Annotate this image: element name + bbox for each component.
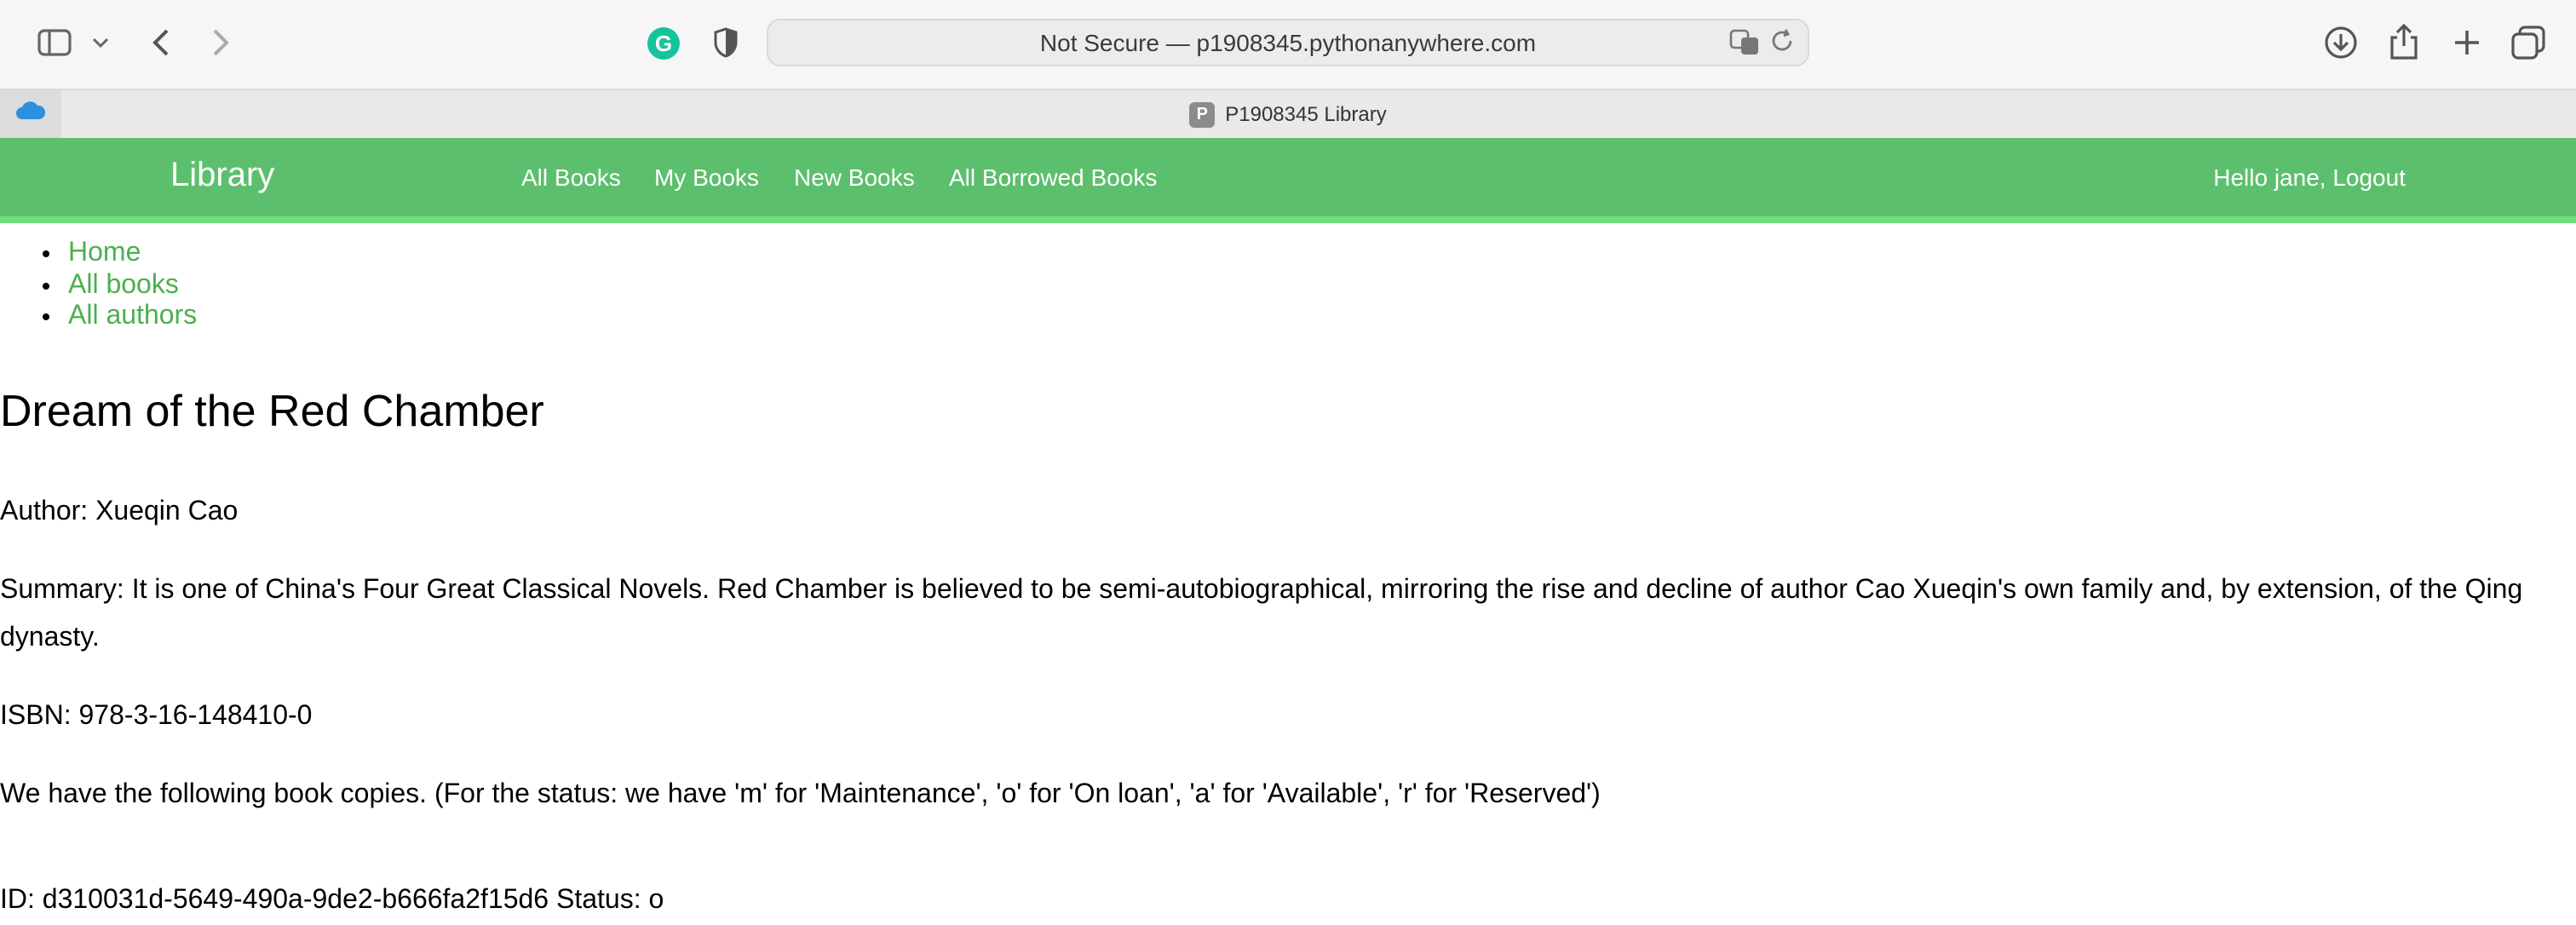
brand-link[interactable]: Library [170, 157, 274, 196]
tab-bar: P P1908345 Library [0, 89, 2576, 138]
address-bar[interactable]: Not Secure — p1908345.pythonanywhere.com [767, 19, 1809, 66]
share-icon[interactable] [2383, 20, 2424, 65]
book-summary: Summary: It is one of China's Four Great… [0, 576, 2523, 652]
all-books-link[interactable]: All books [68, 270, 179, 299]
site-navbar: Library All Books My Books New Books All… [0, 138, 2576, 223]
browser-chrome: G Not Secure — p1908345.pythonanywhere.c… [0, 0, 2576, 138]
nav-my-books[interactable]: My Books [654, 164, 759, 191]
nav-all-books[interactable]: All Books [521, 164, 621, 191]
sidebar-nav-list: Home All books All authors [0, 238, 197, 333]
privacy-shield-icon[interactable] [712, 27, 739, 66]
forward-icon[interactable] [204, 20, 239, 65]
nav-all-borrowed-books[interactable]: All Borrowed Books [949, 164, 1157, 191]
user-logout-link[interactable]: Hello jane, Logout [2213, 164, 2406, 191]
new-tab-icon[interactable] [2447, 20, 2487, 65]
downloads-icon[interactable] [2320, 20, 2361, 65]
book-author: Author: Xueqin Cao [0, 497, 239, 526]
reload-icon[interactable] [1770, 29, 1794, 58]
all-authors-link[interactable]: All authors [68, 302, 197, 330]
back-icon[interactable] [143, 20, 177, 65]
list-item: Home [68, 238, 197, 270]
book-title: Dream of the Red Chamber [0, 385, 544, 436]
tab-overview-icon[interactable] [2508, 20, 2549, 65]
list-item: All books [68, 270, 197, 302]
browser-toolbar: G Not Secure — p1908345.pythonanywhere.c… [0, 0, 2576, 89]
grammarly-icon[interactable]: G [647, 27, 680, 60]
list-item: All authors [68, 302, 197, 333]
site-favicon: P [1189, 101, 1216, 127]
chevron-down-icon[interactable] [89, 20, 112, 65]
copy-line: ID: d310031d-5649-490a-9de2-b666fa2f15d6… [0, 886, 664, 915]
book-isbn: ISBN: 978-3-16-148410-0 [0, 702, 313, 731]
sidebar-toggle-icon[interactable] [34, 20, 75, 65]
copies-intro: We have the following book copies. (For … [0, 780, 1601, 809]
home-link[interactable]: Home [68, 238, 141, 267]
tab-title: P1908345 Library [1225, 102, 1387, 126]
address-text: Not Secure — p1908345.pythonanywhere.com [1039, 29, 1537, 56]
nav-new-books[interactable]: New Books [794, 164, 915, 191]
active-tab[interactable]: P P1908345 Library [0, 90, 2576, 138]
translate-icon[interactable] [1729, 29, 1760, 61]
